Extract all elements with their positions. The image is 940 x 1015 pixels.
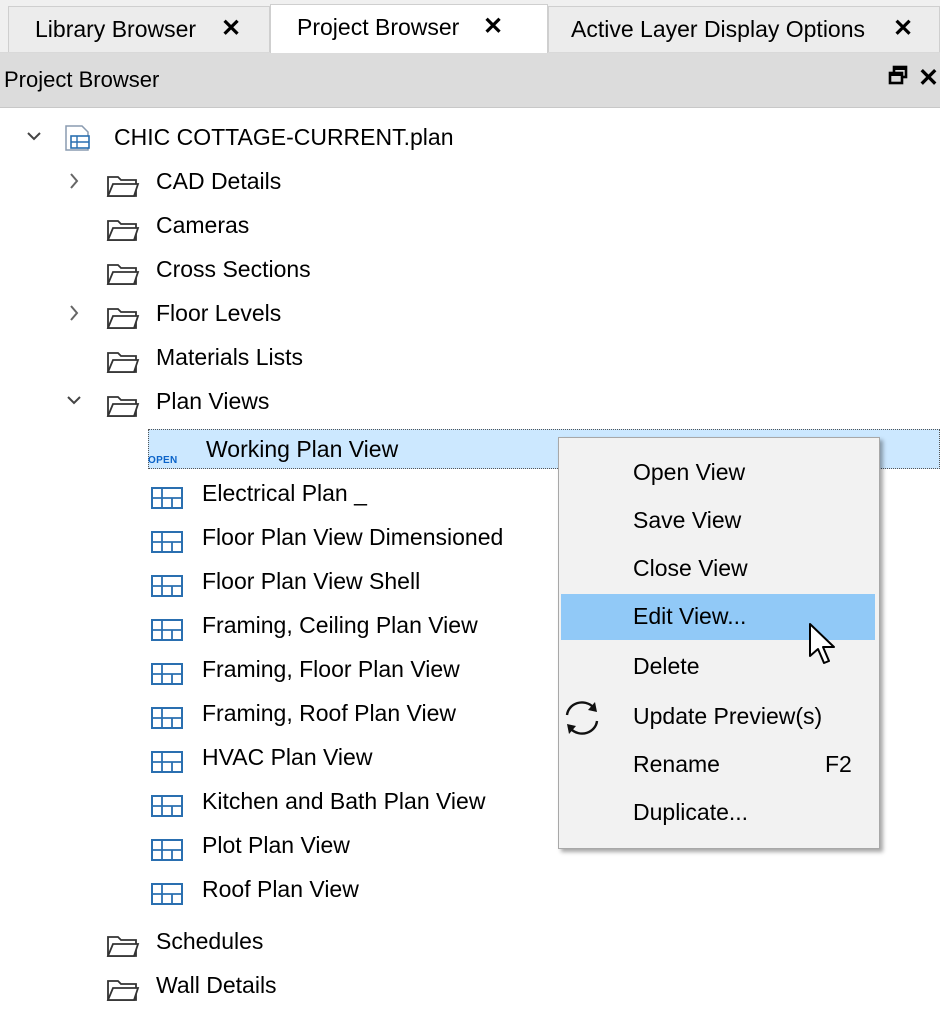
folder-icon	[106, 389, 140, 417]
close-icon[interactable]: ✕	[483, 5, 503, 49]
tree-item-label: Framing, Floor Plan View	[202, 656, 460, 682]
folder-icon	[106, 169, 140, 197]
plan-view-icon	[150, 833, 184, 861]
plan-view-icon	[150, 613, 184, 641]
plan-view-icon	[150, 657, 184, 685]
menu-item-label: Rename	[633, 751, 720, 777]
tree-item-label: Working Plan View	[206, 436, 399, 462]
tree-item-label: Plan Views	[156, 388, 270, 414]
tree-item-label: Roof Plan View	[202, 876, 359, 902]
tree-item-label: Floor Plan View Dimensioned	[202, 524, 504, 550]
menu-item-shortcut: F2	[825, 751, 852, 777]
tab-active-layer-display-options[interactable]: Active Layer Display Options ✕	[548, 6, 940, 52]
menu-item-open-view[interactable]: Open View	[561, 450, 875, 496]
plan-view-icon	[150, 701, 184, 729]
tab-label: Active Layer Display Options	[571, 16, 866, 42]
menu-item-label: Delete	[633, 653, 700, 679]
tab-project-browser[interactable]: Project Browser ✕	[270, 4, 548, 53]
tree-item-label: CAD Details	[156, 168, 282, 194]
tree-item-label: HVAC Plan View	[202, 744, 373, 770]
menu-item-update-preview[interactable]: Update Preview(s)	[561, 694, 875, 740]
tree-item-label: Materials Lists	[156, 344, 303, 370]
plan-view-icon	[150, 745, 184, 773]
folder-icon	[106, 929, 140, 957]
menu-item-label: Close View	[633, 555, 748, 581]
menu-item-close-view[interactable]: Close View	[561, 546, 875, 592]
plan-view-icon	[150, 569, 184, 597]
tree-item-label: Cameras	[156, 212, 250, 238]
tab-label: Library Browser	[35, 16, 197, 42]
close-icon[interactable]: ✕	[893, 7, 913, 51]
tree-item-label: Cross Sections	[156, 256, 311, 282]
tree-item-label: Electrical Plan _	[202, 480, 367, 506]
folder-icon	[106, 345, 140, 373]
menu-item-rename[interactable]: Rename F2	[561, 742, 875, 788]
plan-view-icon	[150, 789, 184, 817]
plan-view-icon	[150, 525, 184, 553]
tree-folder-floor-levels[interactable]: Floor Levels	[0, 292, 940, 334]
tab-library-browser[interactable]: Library Browser ✕	[8, 6, 270, 52]
refresh-icon	[559, 698, 605, 738]
close-icon[interactable]: ✕	[221, 7, 241, 51]
plan-view-icon	[150, 481, 184, 509]
tree-item-label: Plot Plan View	[202, 832, 350, 858]
tree-folder-cross-sections[interactable]: Cross Sections	[0, 248, 940, 290]
panel-close-icon[interactable]: ✕	[918, 63, 939, 93]
tree-folder-plan-views[interactable]: Plan Views	[0, 380, 940, 422]
tree-folder-schedules[interactable]: Schedules	[0, 920, 940, 962]
tab-bar: Library Browser ✕ Project Browser ✕ Acti…	[0, 0, 940, 53]
tree-item-label: Schedules	[156, 928, 264, 954]
tree-item-label: Floor Plan View Shell	[202, 568, 421, 594]
tree-folder-materials-lists[interactable]: Materials Lists	[0, 336, 940, 378]
tab-label: Project Browser	[297, 14, 460, 40]
tree-item-label: Floor Levels	[156, 300, 282, 326]
folder-icon	[106, 301, 140, 329]
panel-header: Project Browser ✕	[0, 53, 940, 108]
float-panel-icon[interactable]	[888, 64, 908, 92]
plan-view-icon	[150, 877, 184, 905]
folder-icon	[106, 257, 140, 285]
tree-item-label: Framing, Roof Plan View	[202, 700, 456, 726]
tree-plan-view-item[interactable]: Roof Plan View	[0, 868, 940, 910]
menu-item-duplicate[interactable]: Duplicate...	[561, 790, 875, 836]
tree-item-label: CHIC COTTAGE-CURRENT.plan	[114, 124, 454, 150]
tree-root[interactable]: CHIC COTTAGE-CURRENT.plan	[0, 116, 940, 158]
menu-item-label: Update Preview(s)	[633, 703, 823, 729]
mouse-cursor-icon	[806, 622, 840, 668]
menu-item-label: Save View	[633, 507, 742, 533]
tree-item-label: Framing, Ceiling Plan View	[202, 612, 478, 638]
folder-icon	[106, 973, 140, 1001]
menu-item-label: Open View	[633, 459, 746, 485]
menu-item-save-view[interactable]: Save View	[561, 498, 875, 544]
menu-item-label: Duplicate...	[633, 799, 749, 825]
plan-file-icon	[62, 123, 96, 151]
panel-title: Project Browser	[4, 67, 160, 92]
tree-item-label: Kitchen and Bath Plan View	[202, 788, 486, 814]
folder-icon	[106, 213, 140, 241]
tree-folder-cameras[interactable]: Cameras	[0, 204, 940, 246]
menu-item-label: Edit View...	[633, 603, 747, 629]
tree-folder-cad-details[interactable]: CAD Details	[0, 160, 940, 202]
